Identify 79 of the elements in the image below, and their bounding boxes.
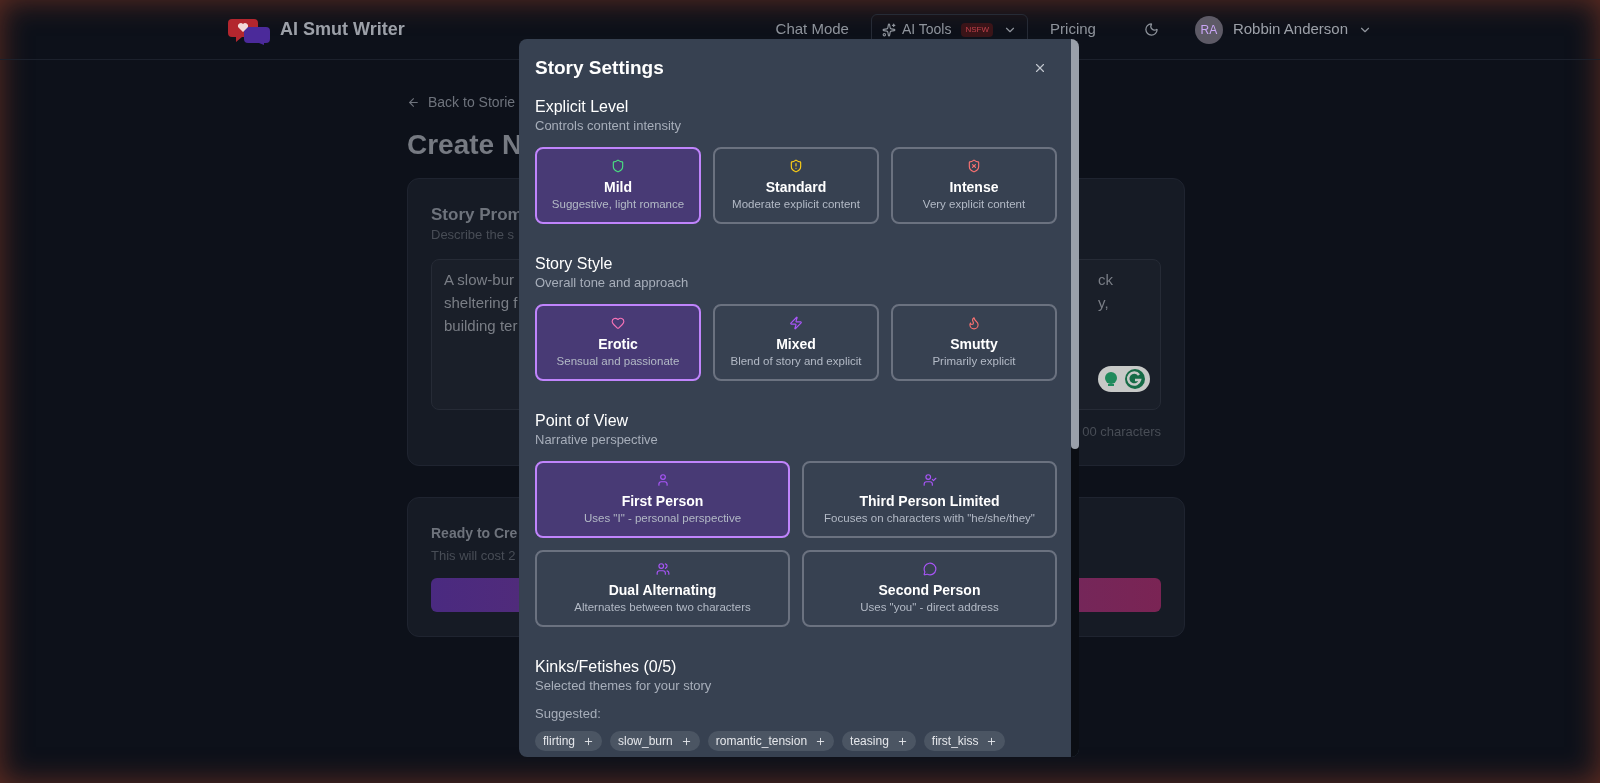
prompt-text: y,: [1098, 293, 1110, 313]
shield-alert-icon: [789, 159, 803, 173]
tag-chip[interactable]: first_kiss: [923, 731, 1006, 751]
tag-chip[interactable]: romantic_tension: [707, 731, 835, 751]
tag-chip[interactable]: flirting: [535, 731, 602, 751]
option-label: Mild: [604, 178, 632, 196]
person-check-icon: [922, 473, 937, 487]
speech-bubble-icon: [922, 562, 937, 576]
shield-icon: [611, 159, 625, 173]
prompt-text: building ter: [444, 316, 519, 336]
back-link[interactable]: Back to Storie: [407, 92, 516, 113]
section-title: Kinks/Fetishes (0/5): [535, 657, 677, 677]
plus-icon: [896, 735, 908, 747]
card-title: Ready to Cre: [431, 524, 518, 543]
arrow-left-icon: [407, 96, 420, 109]
option-description: Suggestive, light romance: [551, 197, 685, 212]
shield-x-icon: [967, 159, 981, 173]
option-label: Mixed: [776, 335, 816, 353]
plus-icon: [986, 735, 998, 747]
option-card[interactable]: Smutty Primarily explicit: [891, 304, 1057, 381]
prompt-text: ck: [1098, 270, 1114, 290]
prompt-text: sheltering f: [444, 293, 519, 313]
option-description: Alternates between two characters: [574, 600, 751, 615]
section-title: Story Style: [535, 254, 613, 274]
option-label: Intense: [949, 178, 999, 196]
option-card[interactable]: Standard Moderate explicit content: [713, 147, 879, 224]
option-card[interactable]: Erotic Sensual and passionate: [535, 304, 701, 381]
scrollbar-thumb[interactable]: [1071, 39, 1079, 449]
option-description: Primarily explicit: [932, 354, 1016, 369]
option-description: Uses "I" - personal perspective: [583, 511, 742, 526]
tag-chip[interactable]: teasing: [842, 731, 916, 751]
people-icon: [655, 562, 670, 576]
option-card[interactable]: Mild Suggestive, light romance: [535, 147, 701, 224]
close-icon[interactable]: [1033, 61, 1047, 75]
option-card[interactable]: Intense Very explicit content: [891, 147, 1057, 224]
sparkles-icon: [881, 22, 896, 37]
back-link-text[interactable]: Back to Storie: [428, 92, 516, 113]
section-subtitle: Selected themes for your story: [535, 677, 712, 695]
option-description: Sensual and passionate: [556, 354, 680, 369]
tag-chip[interactable]: slow_burn: [610, 731, 700, 751]
option-label: Smutty: [950, 335, 998, 353]
option-description: Very explicit content: [922, 197, 1026, 212]
option-card[interactable]: First Person Uses "I" - personal perspective: [535, 461, 790, 538]
heart-icon: [611, 316, 625, 330]
option-description: Blend of story and explicit: [730, 354, 862, 369]
flame-icon: [967, 316, 981, 330]
option-description: Moderate explicit content: [732, 197, 860, 212]
nav-link[interactable]: Chat Mode: [775, 18, 849, 41]
section-subtitle: Narrative perspective: [535, 431, 658, 449]
section-subtitle: Controls content intensity: [535, 117, 681, 135]
person-icon: [655, 473, 670, 487]
section-title: Explicit Level: [535, 97, 629, 117]
option-card[interactable]: Dual Alternating Alternates between two characters: [535, 550, 790, 627]
option-label: Standard: [765, 178, 827, 196]
moon-icon[interactable]: [1143, 22, 1159, 37]
plus-icon: [583, 735, 594, 747]
option-label: Dual Alternating: [608, 581, 717, 599]
option-description: Uses "you" - direct address: [860, 600, 999, 615]
plus-icon: [815, 735, 827, 747]
option-card[interactable]: Third Person Limited Focuses on characters with "he/she/they": [802, 461, 1057, 538]
grammarly-widget-icon: [1098, 366, 1150, 392]
lightning-icon: [789, 316, 803, 330]
option-card[interactable]: Second Person Uses "you" - direct address: [802, 550, 1057, 627]
option-label: Erotic: [598, 335, 638, 353]
prompt-text: A slow-bur: [444, 270, 516, 290]
section-title: Point of View: [535, 411, 629, 431]
nav-link[interactable]: Pricing: [1050, 18, 1096, 41]
option-label: Second Person: [878, 581, 981, 599]
user-name[interactable]: Robbin Anderson: [1232, 18, 1348, 41]
dialog-title: Story Settings: [535, 56, 664, 80]
suggested-label: Suggested:: [535, 705, 601, 723]
plus-icon: [680, 735, 692, 747]
option-label: First Person: [621, 492, 704, 510]
option-card[interactable]: Mixed Blend of story and explicit: [713, 304, 879, 381]
option-description: Focuses on characters with "he/she/they": [824, 511, 1035, 526]
section-subtitle: Overall tone and approach: [535, 274, 689, 292]
app-name: AI Smut Writer: [280, 18, 405, 41]
nsfw-badge: NSFW: [961, 22, 994, 37]
option-label: Third Person Limited: [859, 492, 1000, 510]
